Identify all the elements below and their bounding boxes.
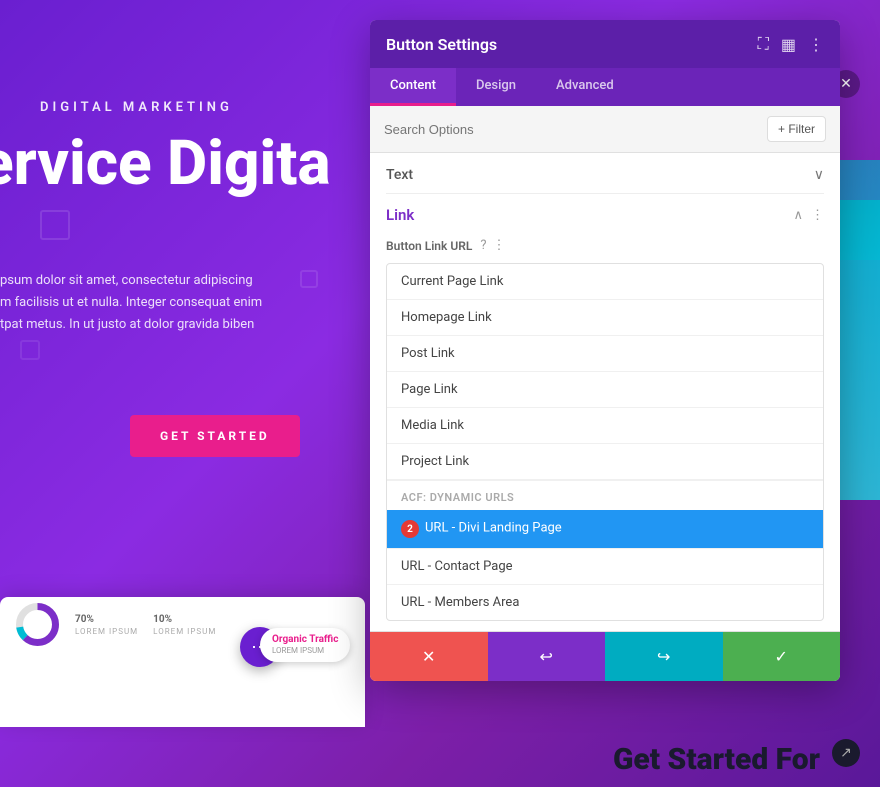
undo-button[interactable]: ↩ — [488, 632, 606, 681]
link-section-header: Link ∧ ⋮ — [370, 194, 840, 232]
bg-heading: ervice Digita — [0, 130, 331, 198]
tab-advanced[interactable]: Advanced — [536, 68, 634, 106]
dropdown-item-media-link[interactable]: Media Link — [387, 408, 823, 444]
stat-1: 70% LOREM IPSUM — [75, 614, 138, 636]
dropdown-item-project-link[interactable]: Project Link — [387, 444, 823, 480]
tab-content[interactable]: Content — [370, 68, 456, 106]
panel-title: Button Settings — [386, 35, 497, 54]
button-settings-panel: Button Settings ⛶ ▦ ⋮ Content Design Adv… — [370, 20, 840, 681]
panel-body: Text ∨ Link ∧ ⋮ Button Link URL ? ⋮ Curr… — [370, 153, 840, 631]
bg-body-text: psum dolor sit amet, consectetur adipisc… — [0, 270, 262, 336]
bg-cta-button[interactable]: GET STARTED — [130, 415, 300, 457]
text-section-title: Text — [386, 167, 413, 183]
search-input[interactable] — [384, 122, 759, 137]
panel-search-row: + Filter — [370, 106, 840, 153]
link-section-title: Link — [386, 206, 414, 224]
button-link-url-label: Button Link URL — [386, 239, 472, 253]
redo-button[interactable]: ↪ — [605, 632, 723, 681]
link-url-dropdown: Current Page LinkHomepage LinkPost LinkP… — [386, 263, 824, 621]
btn-url-icons: ? ⋮ — [480, 238, 505, 253]
url-help-icon[interactable]: ? — [480, 238, 486, 253]
bg-get-started-text: Get Started For — [613, 742, 820, 777]
bg-bottom-card: 70% LOREM IPSUM 10% LOREM IPSUM — [0, 597, 365, 727]
dropdown-item-members-area[interactable]: URL - Members Area — [387, 585, 823, 620]
panel-header: Button Settings ⛶ ▦ ⋮ — [370, 20, 840, 68]
cancel-button[interactable]: ✕ — [370, 632, 488, 681]
panel-more-icon[interactable]: ⋮ — [808, 35, 824, 54]
link-section-collapse-icon[interactable]: ∧ — [793, 208, 803, 223]
url-more-icon[interactable]: ⋮ — [492, 238, 505, 253]
panel-header-icons: ⛶ ▦ ⋮ — [758, 34, 824, 54]
deco-square-3 — [20, 340, 40, 360]
tab-design[interactable]: Design — [456, 68, 536, 106]
deco-square-1 — [40, 210, 70, 240]
filter-button[interactable]: + Filter — [767, 116, 826, 142]
dropdown-item-contact-page[interactable]: URL - Contact Page — [387, 549, 823, 585]
bg-heading-line1: ervice Digita — [0, 130, 331, 198]
button-link-url-row: Button Link URL ? ⋮ — [370, 232, 840, 263]
bg-subtitle: DIGITAL MARKETING — [40, 100, 233, 115]
selected-badge: 2 — [401, 520, 419, 538]
pie-chart — [15, 602, 60, 647]
link-section-icons: ∧ ⋮ — [793, 208, 824, 223]
dropdown-item-current-page[interactable]: Current Page Link — [387, 264, 823, 300]
panel-columns-icon[interactable]: ▦ — [781, 35, 796, 54]
dropdown-item-page-link[interactable]: Page Link — [387, 372, 823, 408]
panel-tabs: Content Design Advanced — [370, 68, 840, 106]
deco-square-2 — [300, 270, 318, 288]
text-section-header: Text ∨ — [370, 153, 840, 193]
dropdown-group-label: ACF: Dynamic URLs — [387, 480, 823, 510]
organic-traffic-badge: Organic Traffic LOREM IPSUM — [260, 628, 350, 662]
stat-2: 10% LOREM IPSUM — [153, 614, 216, 636]
text-section-chevron[interactable]: ∨ — [814, 167, 824, 183]
dropdown-item-divi-landing[interactable]: 2URL - Divi Landing Page — [387, 510, 823, 549]
panel-toolbar: ✕ ↩ ↪ ✓ — [370, 631, 840, 681]
link-section-more-icon[interactable]: ⋮ — [811, 208, 824, 223]
dropdown-item-post-link[interactable]: Post Link — [387, 336, 823, 372]
link-section-left: Link — [386, 206, 414, 224]
save-button[interactable]: ✓ — [723, 632, 841, 681]
bg-nav-arrow[interactable]: ↗ — [832, 739, 860, 767]
bg-stats: 70% LOREM IPSUM 10% LOREM IPSUM — [0, 592, 231, 657]
dropdown-item-homepage[interactable]: Homepage Link — [387, 300, 823, 336]
panel-fullscreen-icon[interactable]: ⛶ — [758, 34, 769, 54]
